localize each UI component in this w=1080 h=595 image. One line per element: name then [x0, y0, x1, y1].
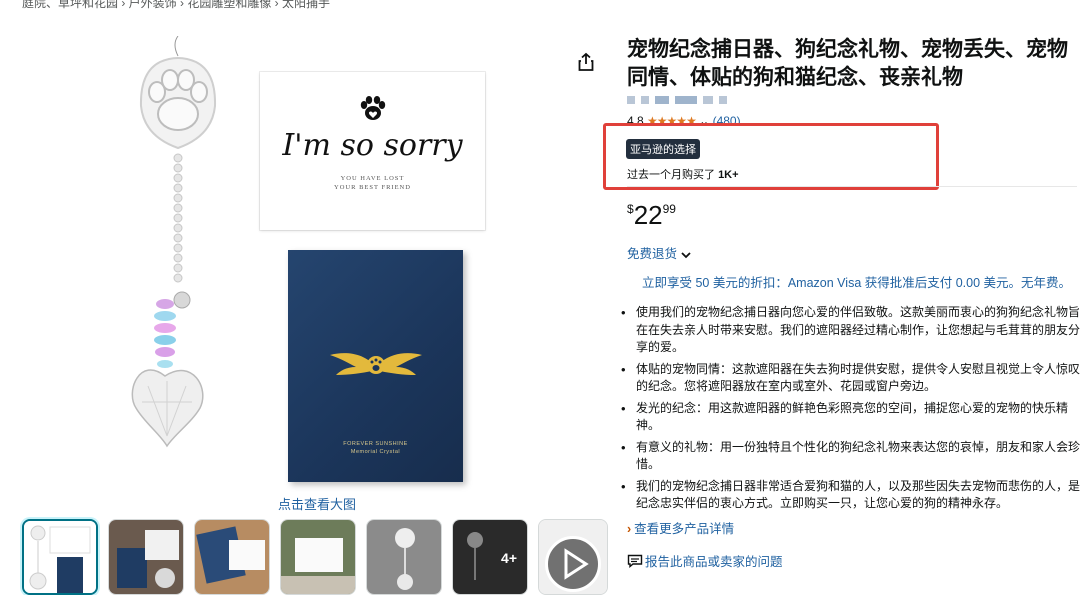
feature-bullet: 发光的纪念：用这款遮阳器的鲜艳色彩照亮您的空间，捕捉您心爱的宠物的快乐精神。 [618, 400, 1080, 435]
price: $2299 [627, 200, 676, 231]
video-thumbnail[interactable] [538, 519, 608, 595]
paw-print-icon [360, 96, 386, 120]
chevron-down-icon [680, 252, 691, 258]
card-subtext-line-2: YOUR BEST FRIEND [334, 184, 411, 191]
thumbnail-6-more[interactable]: 4+ [452, 519, 528, 595]
price-currency: $ [627, 202, 634, 216]
feedback-icon [627, 554, 643, 568]
amazons-choice-badge: 亚马逊的选择 [626, 139, 700, 159]
thumbnail-3-image [195, 520, 269, 594]
sympathy-card: I'm so sorry YOU HAVE LOST YOUR BEST FRI… [260, 72, 485, 230]
see-more-details-label: 查看更多产品详情 [634, 522, 735, 536]
free-returns-label: 免费退货 [627, 247, 678, 261]
share-icon[interactable] [576, 52, 596, 72]
gift-box: FOREVER SUNSHINE Memorial Crystal [288, 250, 463, 482]
thumbnail-5-image [367, 520, 441, 594]
card-subtext-line-1: YOU HAVE LOST [340, 175, 405, 182]
feature-bullet: 使用我们的宠物纪念捕日器向您心爱的伴侣致敬。这款美丽而衷心的狗狗纪念礼物旨在在失… [618, 304, 1080, 357]
report-issue-label: 报告此商品或卖家的问题 [645, 555, 783, 569]
product-title: 宠物纪念捕日器、狗纪念礼物、宠物丢失、宠物同情、体贴的狗和猫纪念、丧亲礼物 [627, 38, 1068, 89]
thumbnail-1-image [24, 521, 96, 593]
card-headline: I'm so sorry [282, 128, 463, 163]
thumbnail-5[interactable] [366, 519, 442, 595]
divider [627, 186, 1077, 187]
feature-bullet: 我们的宠物纪念捕日器非常适合爱狗和猫的人，以及那些因失去宠物而悲伤的人，是纪念忠… [618, 478, 1080, 513]
breadcrumb[interactable]: 庭院、草坪和花园 › 户外装饰 › 花园雕塑和雕像 › 太阳捕手 [22, 0, 330, 11]
box-label: FOREVER SUNSHINE Memorial Crystal [288, 440, 463, 456]
card-subtext: YOU HAVE LOST YOUR BEST FRIEND [260, 174, 485, 192]
chevron-right-icon: › [627, 522, 632, 536]
see-more-details-link[interactable]: › 查看更多产品详情 [627, 518, 734, 537]
bought-last-month: 过去一个月购买了 1K+ [627, 166, 739, 182]
price-whole: 22 [633, 200, 663, 230]
thumbnail-1[interactable] [22, 519, 98, 595]
visa-promo-link[interactable]: 立即享受 50 美元的折扣：Amazon Visa 获得批准后支付 0.00 美… [642, 272, 1071, 291]
report-issue-link[interactable]: 报告此商品或卖家的问题 [627, 551, 783, 570]
feature-bullet: 有意义的礼物：用一份独特且个性化的狗纪念礼物来表达您的哀悼，朋友和家人会珍惜。 [618, 439, 1080, 474]
view-large-image-link[interactable]: 点击查看大图 [278, 494, 356, 513]
thumbnail-3[interactable] [194, 519, 270, 595]
feature-bullets: 使用我们的宠物纪念捕日器向您心爱的伴侣致敬。这款美丽而衷心的狗狗纪念礼物旨在在失… [618, 304, 1080, 517]
thumbnail-2[interactable] [108, 519, 184, 595]
more-images-count: 4+ [501, 550, 517, 566]
winged-paw-logo-icon [330, 353, 422, 375]
price-fraction: 99 [662, 202, 676, 216]
thumbnail-4-image [281, 520, 355, 594]
play-icon [545, 536, 601, 592]
box-label-line-1: FOREVER SUNSHINE [343, 441, 408, 447]
box-label-line-2: Memorial Crystal [350, 449, 401, 455]
store-link-blurred[interactable] [627, 96, 727, 104]
suncatcher-image [131, 36, 217, 448]
bought-prefix: 过去一个月购买了 [627, 169, 715, 181]
thumbnail-4[interactable] [280, 519, 356, 595]
thumbnail-2-image [109, 520, 183, 594]
bought-count: 1K+ [718, 169, 739, 181]
feature-bullet: 体贴的宠物同情：这款遮阳器在失去狗时提供安慰，提供令人安慰且视觉上令人惊叹的纪念… [618, 361, 1080, 396]
free-returns-link[interactable]: 免费退货 [627, 243, 691, 262]
